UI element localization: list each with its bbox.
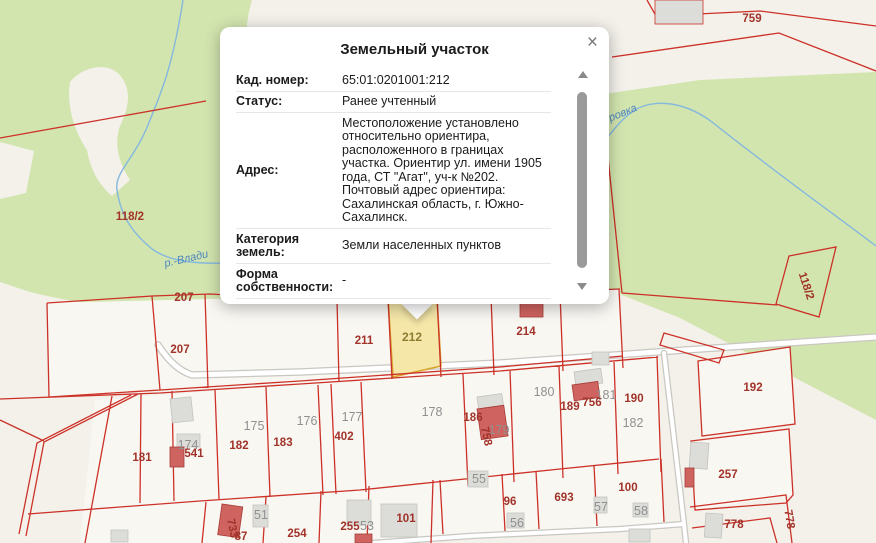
parcel-label: 176	[297, 414, 318, 428]
row-label: Категория земель:	[236, 233, 334, 260]
cadastral-map-app: 1741751761771781791801811825153555657587…	[0, 0, 876, 543]
parcel-label: 207	[170, 344, 189, 356]
parcel-label: 177	[342, 410, 363, 424]
row-value: 65:01:0201001:212	[342, 74, 551, 88]
parcel-label: 255	[340, 521, 360, 533]
parcel-label: 57	[594, 500, 608, 514]
close-icon[interactable]: ×	[587, 33, 598, 52]
info-row-status: Статус: Ранее учтенный	[236, 91, 551, 113]
parcel-label: 192	[743, 382, 762, 394]
parcel-info-popup: × Земельный участок Кад. номер: 65:01:02…	[220, 27, 609, 327]
parcel-label: 87	[235, 531, 248, 543]
popup-title: Земельный участок	[236, 41, 593, 58]
parcel-label: 693	[554, 492, 573, 504]
row-label: Форма собственности:	[236, 268, 334, 295]
parcel-label: 212	[402, 330, 422, 344]
parcel-label: 55	[472, 472, 486, 486]
parcel-label: 756	[582, 397, 601, 409]
parcel-label: 178	[422, 405, 443, 419]
parcel-label: 189	[560, 401, 579, 413]
row-value: -	[342, 274, 551, 288]
info-row-kadastrovaya-clipped: Кадастровая	[236, 298, 551, 304]
row-value: Ранее учтенный	[342, 95, 551, 109]
row-label: Статус:	[236, 95, 334, 109]
parcel-label: 759	[742, 13, 761, 25]
info-row-ownership: Форма собственности: -	[236, 263, 551, 298]
parcel-label: 56	[510, 516, 524, 530]
scrollbar-thumb[interactable]	[577, 92, 587, 268]
parcel-label: 186	[463, 412, 482, 424]
scroll-down-arrow-icon[interactable]	[577, 283, 587, 290]
parcel-label: 207	[174, 292, 193, 304]
parcel-label: 100	[618, 482, 637, 494]
parcel-label: 58	[634, 504, 648, 518]
parcel-label: 402	[334, 431, 353, 443]
parcel-label: 778	[781, 509, 796, 531]
parcel-label: 181	[132, 452, 152, 464]
parcel-label: 118/2	[116, 211, 144, 223]
row-label: Кадастровая	[236, 303, 334, 305]
scroll-up-arrow-icon[interactable]	[578, 71, 588, 78]
parcel-label: 180	[534, 385, 555, 399]
info-row-category: Категория земель: Земли населенных пункт…	[236, 228, 551, 263]
info-row-kad-nomer: Кад. номер: 65:01:0201001:212	[236, 70, 551, 91]
row-value: Земли населенных пунктов	[342, 239, 551, 253]
parcel-label: 182	[229, 440, 248, 452]
parcel-label: 211	[355, 335, 374, 347]
row-value	[342, 303, 551, 304]
row-label: Адрес:	[236, 164, 334, 178]
row-value: Местоположение установлено относительно …	[342, 117, 551, 225]
info-row-address: Адрес: Местоположение установлено относи…	[236, 112, 551, 228]
popup-scrollbar[interactable]	[576, 71, 589, 290]
parcel-label: 190	[624, 393, 643, 405]
parcel-label: 101	[396, 513, 416, 525]
popup-rows: Кад. номер: 65:01:0201001:212 Статус: Ра…	[236, 70, 551, 304]
parcel-label: 182	[623, 416, 644, 430]
parcel-label: 778	[724, 519, 744, 531]
parcel-label: 257	[718, 469, 737, 481]
parcel-label: 96	[504, 496, 517, 508]
parcel-label: 51	[254, 508, 268, 522]
popup-body: × Земельный участок Кад. номер: 65:01:02…	[220, 27, 609, 304]
parcel-label: 53	[360, 519, 374, 533]
parcel-label: 214	[516, 326, 536, 338]
parcel-label: 254	[287, 528, 307, 540]
row-label: Кад. номер:	[236, 74, 334, 88]
parcel-label: 183	[273, 437, 292, 449]
parcel-label: 175	[244, 419, 265, 433]
parcel-label: 541	[184, 448, 204, 460]
